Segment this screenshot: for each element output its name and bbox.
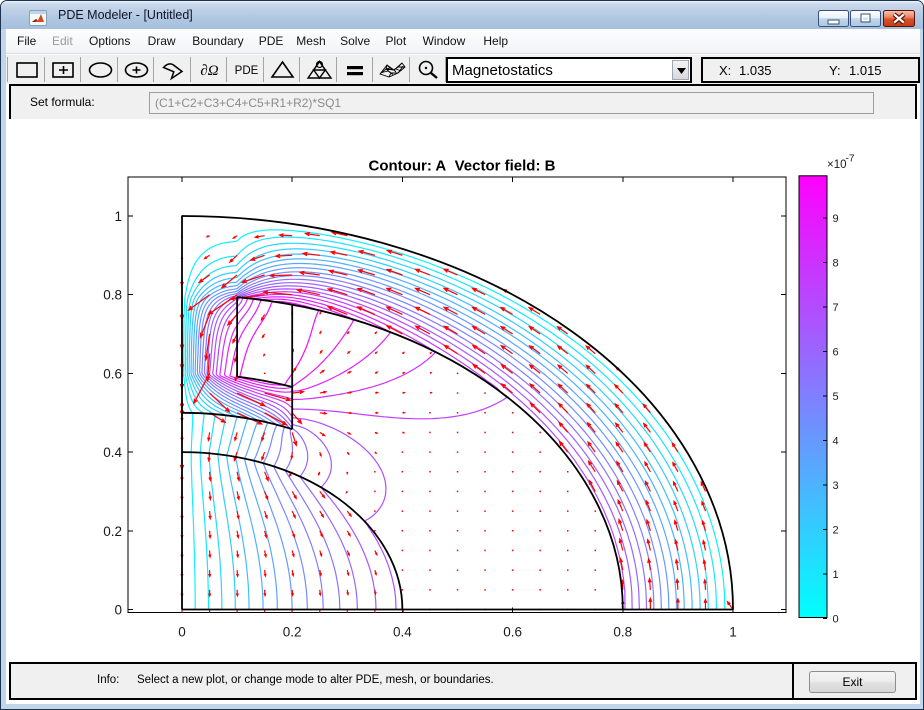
svg-text:0.6: 0.6 bbox=[503, 625, 522, 640]
svg-text:0.8: 0.8 bbox=[103, 288, 122, 303]
svg-text:1: 1 bbox=[833, 569, 839, 581]
svg-text:0.4: 0.4 bbox=[103, 445, 122, 460]
svg-text:9: 9 bbox=[833, 213, 839, 225]
svg-text:0: 0 bbox=[114, 603, 122, 618]
svg-text:PDE: PDE bbox=[234, 65, 258, 77]
svg-text:2: 2 bbox=[833, 525, 839, 537]
svg-text:0.6: 0.6 bbox=[103, 366, 122, 381]
svg-text:0.2: 0.2 bbox=[283, 625, 302, 640]
svg-text:0.8: 0.8 bbox=[613, 625, 632, 640]
svg-text:0: 0 bbox=[833, 614, 839, 626]
svg-text:0.4: 0.4 bbox=[393, 625, 412, 640]
svg-text:0: 0 bbox=[178, 625, 186, 640]
svg-text:1: 1 bbox=[114, 209, 122, 224]
svg-text:4: 4 bbox=[833, 436, 839, 448]
svg-text:8: 8 bbox=[833, 258, 839, 270]
svg-text:3: 3 bbox=[833, 480, 839, 492]
svg-text:0.2: 0.2 bbox=[103, 524, 122, 539]
svg-text:×10: ×10 bbox=[827, 159, 847, 171]
svg-text:∂Ω: ∂Ω bbox=[200, 63, 218, 79]
svg-text:7: 7 bbox=[833, 302, 839, 314]
svg-text:6: 6 bbox=[833, 347, 839, 359]
svg-text:Contour: A Vector field: B: Contour: A Vector field: B bbox=[369, 158, 556, 175]
svg-text:-7: -7 bbox=[846, 154, 855, 165]
svg-text:5: 5 bbox=[833, 391, 839, 403]
svg-text:1: 1 bbox=[729, 625, 737, 640]
